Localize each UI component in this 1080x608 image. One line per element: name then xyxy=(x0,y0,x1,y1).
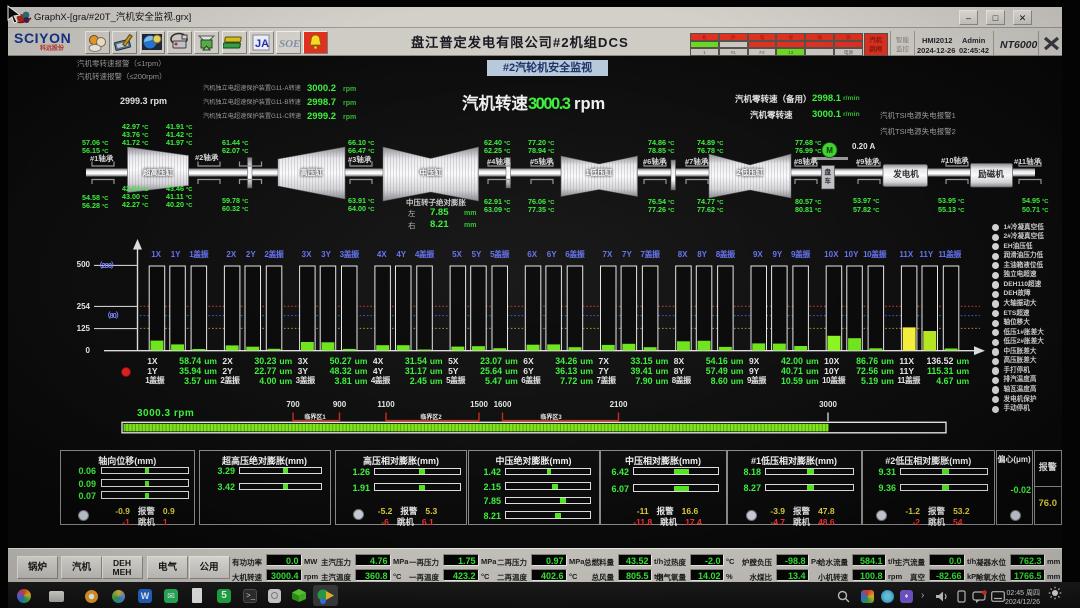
svg-text:JA: JA xyxy=(255,38,269,50)
svg-text:SOE: SOE xyxy=(279,38,300,50)
